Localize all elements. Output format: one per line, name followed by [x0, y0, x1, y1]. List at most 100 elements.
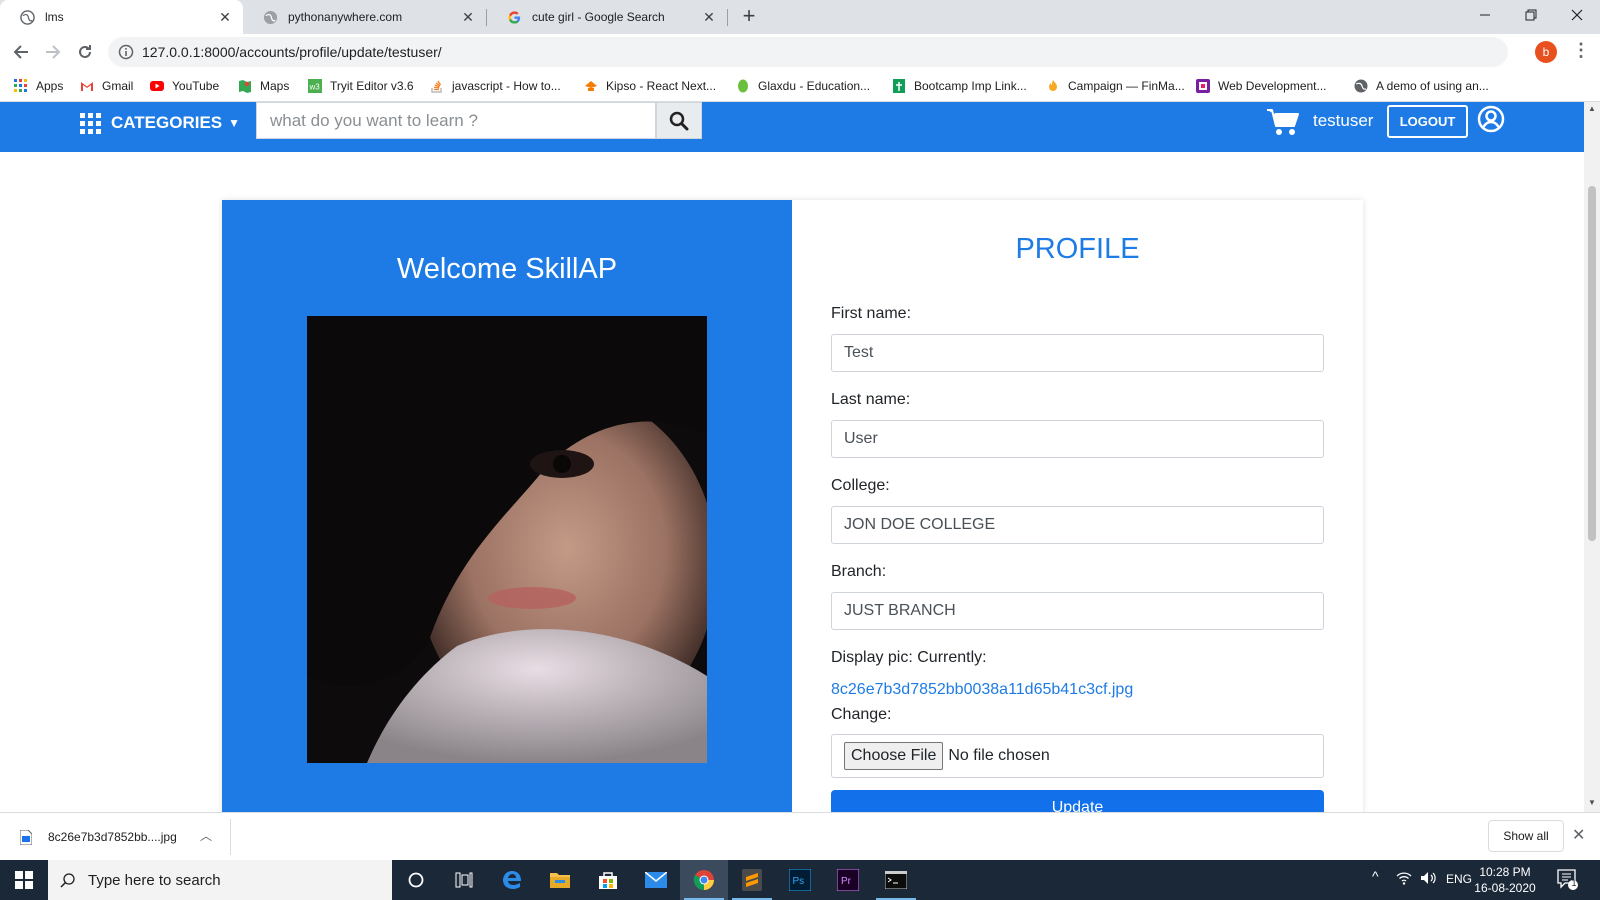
flame-icon — [1049, 80, 1057, 91]
current-pic-link[interactable]: 8c26e7b3d7852bb0038a11d65b41c3cf.jpg — [831, 681, 1133, 699]
gmail-icon — [81, 82, 93, 91]
caret-down-icon: ▼ — [228, 116, 241, 130]
close-icon[interactable]: ✕ — [217, 9, 233, 25]
taskbar-photoshop[interactable]: Ps — [776, 860, 824, 900]
display-pic-file-input[interactable]: Choose File No file chosen — [831, 734, 1324, 778]
cortana-button[interactable] — [392, 860, 440, 900]
scrollbar-thumb[interactable] — [1588, 186, 1596, 541]
username-label[interactable]: testuser — [1313, 111, 1373, 131]
course-search-input[interactable]: what do you want to learn ? — [256, 102, 656, 139]
new-tab-button[interactable]: + — [738, 5, 760, 28]
bookmark-label: Bootcamp Imp Link... — [914, 79, 1027, 93]
bookmark-web-development[interactable]: Web Development... — [1196, 76, 1327, 96]
bookmark-demo[interactable]: A demo of using an... — [1354, 76, 1489, 96]
google-icon — [508, 10, 521, 24]
welcome-heading: Welcome SkillAP — [396, 253, 618, 285]
bookmark-tryit-editor[interactable]: w3 Tryit Editor v3.6 — [308, 76, 414, 96]
taskbar-clock[interactable]: 10:28 PM 16-08-2020 — [1470, 864, 1540, 896]
profile-avatar[interactable]: b — [1535, 41, 1557, 63]
back-button[interactable] — [8, 39, 34, 65]
bookmark-campaign[interactable]: Campaign — FinMa... — [1046, 76, 1185, 96]
taskbar-file-explorer[interactable] — [536, 860, 584, 900]
minimize-button[interactable] — [1462, 0, 1508, 30]
bookmark-apps[interactable]: Apps — [14, 76, 63, 96]
first-name-field[interactable]: Test — [831, 334, 1324, 372]
bookmark-youtube[interactable]: YouTube — [150, 76, 219, 96]
download-item[interactable]: 8c26e7b3d7852bb....jpg — [20, 825, 177, 849]
profile-card: Welcome SkillAP PROFILE First name: Test… — [222, 200, 1363, 812]
taskbar-premiere[interactable]: Pr — [824, 860, 872, 900]
scroll-up-arrow-icon[interactable]: ▲ — [1588, 104, 1596, 113]
tab-lms[interactable]: lms ✕ — [0, 0, 243, 34]
bookmark-glaxdu[interactable]: Glaxdu - Education... — [736, 76, 870, 96]
taskbar-mail[interactable] — [632, 860, 680, 900]
taskbar-sublime[interactable] — [728, 860, 776, 900]
purple-square-icon — [1196, 79, 1210, 93]
start-button[interactable] — [0, 860, 48, 900]
college-field[interactable]: JON DOE COLLEGE — [831, 506, 1324, 544]
store-bag-icon — [599, 872, 617, 889]
url-text[interactable]: 127.0.0.1:8000/accounts/profile/update/t… — [142, 44, 442, 60]
green-doc-icon — [893, 79, 905, 93]
bookmark-stackoverflow[interactable]: javascript - How to... — [430, 76, 561, 96]
search-button[interactable] — [656, 102, 702, 139]
chevron-up-icon[interactable]: ^ — [1372, 868, 1379, 884]
bookmarks-bar: Apps Gmail YouTube Maps w3 Tryit Editor … — [0, 70, 1600, 102]
address-bar[interactable]: 127.0.0.1:8000/accounts/profile/update/t… — [108, 37, 1508, 67]
youtube-icon — [150, 81, 164, 91]
taskbar-terminal[interactable] — [872, 860, 920, 900]
shopping-cart-icon[interactable] — [1266, 107, 1300, 137]
taskbar-edge[interactable] — [488, 860, 536, 900]
globe-icon — [263, 10, 278, 24]
reload-button[interactable] — [72, 39, 98, 65]
info-icon[interactable] — [118, 44, 134, 60]
taskbar-store[interactable] — [584, 860, 632, 900]
bookmark-label: Gmail — [102, 79, 134, 93]
tab-pythonanywhere[interactable]: pythonanywhere.com ✕ — [243, 0, 486, 34]
categories-dropdown[interactable]: CATEGORIES ▼ — [80, 108, 240, 138]
page-scrollbar[interactable]: ▲ ▼ — [1584, 102, 1600, 812]
language-indicator[interactable]: ENG — [1446, 872, 1472, 886]
minimize-icon — [1480, 14, 1490, 16]
reload-icon — [79, 45, 91, 58]
close-icon[interactable]: ✕ — [460, 9, 476, 25]
bookmark-maps[interactable]: Maps — [238, 76, 289, 96]
page-viewport: CATEGORIES ▼ what do you want to learn ?… — [0, 102, 1584, 812]
volume-icon[interactable] — [1420, 870, 1438, 886]
branch-label: Branch: — [831, 563, 887, 580]
task-view-button[interactable] — [440, 860, 488, 900]
maps-icon — [239, 80, 251, 93]
update-button[interactable]: Update — [831, 790, 1324, 812]
taskbar-search-box[interactable]: Type here to search — [48, 860, 392, 900]
close-icon[interactable]: ✕ — [1572, 825, 1585, 845]
restore-button[interactable] — [1508, 0, 1554, 30]
restore-icon — [1525, 9, 1537, 21]
first-name-label: First name: — [831, 305, 912, 322]
shelf-divider — [230, 819, 231, 855]
wifi-icon[interactable] — [1396, 870, 1412, 886]
bookmark-bootcamp[interactable]: Bootcamp Imp Link... — [892, 76, 1027, 96]
show-all-button[interactable]: Show all — [1488, 820, 1564, 852]
image-file-icon — [20, 829, 32, 845]
leaf-icon — [738, 79, 748, 93]
notification-count: 1 — [1571, 878, 1577, 888]
taskbar-chrome[interactable] — [680, 860, 728, 900]
bookmark-kipso[interactable]: Kipso - React Next... — [584, 76, 716, 96]
close-icon[interactable]: ✕ — [701, 9, 717, 25]
chevron-up-icon[interactable]: ︿ — [200, 827, 212, 844]
chrome-icon — [693, 870, 714, 891]
bookmark-gmail[interactable]: Gmail — [80, 76, 133, 96]
logout-button[interactable]: LOGOUT — [1387, 105, 1468, 138]
tab-google-search[interactable]: cute girl - Google Search ✕ — [487, 0, 727, 34]
forward-button[interactable] — [40, 39, 66, 65]
last-name-field[interactable]: User — [831, 420, 1324, 458]
action-center-button[interactable]: 1 — [1556, 868, 1578, 895]
scroll-down-arrow-icon[interactable]: ▼ — [1588, 798, 1596, 807]
windows-taskbar: Type here to search Ps Pr ^ ENG 10:28 PM… — [0, 860, 1600, 900]
user-circle-icon[interactable] — [1477, 105, 1505, 133]
menu-kebab-icon[interactable]: ⋮ — [1572, 40, 1590, 61]
close-window-button[interactable] — [1554, 0, 1600, 30]
choose-file-button[interactable]: Choose File — [844, 742, 944, 770]
branch-field[interactable]: JUST BRANCH — [831, 592, 1324, 630]
mail-icon — [645, 872, 667, 888]
